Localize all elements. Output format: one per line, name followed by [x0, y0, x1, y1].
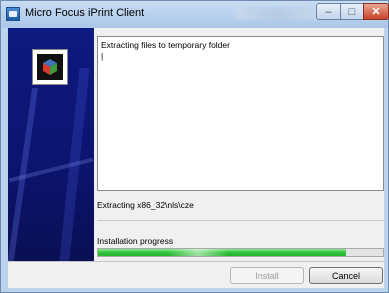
dialog-body: Extracting files to temporary folder | E… — [8, 28, 384, 288]
install-button[interactable]: Install — [230, 267, 304, 284]
title-bar[interactable]: Micro Focus iPrint Client – □ ✕ — [1, 1, 389, 28]
progress-label: Installation progress — [97, 236, 174, 246]
maximize-button[interactable]: □ — [340, 3, 364, 20]
close-icon: ✕ — [371, 6, 381, 18]
app-icon — [6, 7, 20, 21]
installer-window: Micro Focus iPrint Client – □ ✕ Extracti… — [0, 0, 389, 293]
extraction-log: Extracting files to temporary folder | — [97, 36, 384, 191]
maximize-icon: □ — [348, 5, 356, 18]
micro-focus-logo-icon — [32, 49, 68, 85]
side-banner — [8, 28, 94, 261]
divider — [97, 220, 384, 221]
progress-fill — [98, 249, 346, 256]
window-title: Micro Focus iPrint Client — [25, 7, 145, 19]
blurred-title-region — [235, 8, 321, 20]
minimize-button[interactable]: – — [316, 3, 341, 20]
cancel-button[interactable]: Cancel — [309, 267, 383, 284]
button-bar: Install Cancel — [8, 261, 384, 288]
close-button[interactable]: ✕ — [363, 3, 389, 20]
installation-progress-bar — [97, 248, 384, 257]
minimize-icon: – — [325, 5, 332, 18]
current-action-text: Extracting x86_32\nls\cze — [97, 200, 194, 210]
